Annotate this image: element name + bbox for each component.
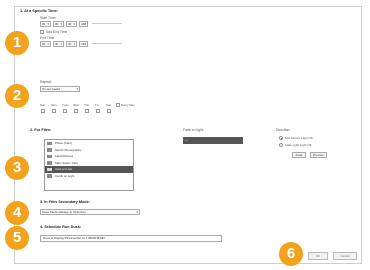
day-tue-label: Tues: [62, 103, 69, 107]
day-sat-label: Sat: [106, 103, 111, 107]
photo-icon: [47, 141, 52, 145]
direction-label: Direction:: [276, 128, 291, 132]
fade-button[interactable]: Fade: [292, 152, 306, 158]
secondary-mode-select[interactable]: Store Mode (always 1) Optimize): [40, 209, 140, 215]
list-item-label: Photo (Cam): [55, 141, 73, 145]
list-item-label: Main Sweet Jobs: [55, 160, 78, 165]
preview-button[interactable]: Preview: [310, 152, 327, 158]
section-heading-files: 2. For Files:: [30, 128, 52, 132]
photo-icon: [47, 148, 52, 152]
start-minute-select[interactable]: 00: [53, 21, 64, 27]
day-fri-checkbox[interactable]: [96, 109, 100, 113]
add-end-time-checkbox[interactable]: [40, 30, 44, 34]
list-item-label: Sports Photography: [55, 147, 82, 152]
direction-option-2-label: Fade Light Light Off: [285, 143, 312, 147]
repeat-label: Repeat:: [40, 80, 52, 84]
section-heading-schedule: 4. Schedule Run Dusk:: [40, 225, 82, 229]
day-mon-checkbox[interactable]: [52, 109, 56, 113]
every-day-label: Every Day: [121, 103, 135, 107]
end-ampm-select[interactable]: AM: [79, 41, 88, 47]
day-sun-checkbox[interactable]: [41, 109, 45, 113]
direction-option-1-label: Left Screen Light Off: [285, 136, 313, 140]
start-ampm-select[interactable]: AM: [79, 21, 88, 27]
start-time-divider: [92, 23, 122, 24]
day-thu-label: Thu: [84, 103, 90, 107]
end-time-label: End Time:: [40, 36, 56, 40]
photo-icon: [47, 167, 52, 171]
list-item-label: Field Pictures: [55, 154, 74, 158]
end-minute-select[interactable]: 00: [53, 41, 64, 47]
add-end-time-label: Add End Time: [46, 30, 68, 34]
files-listbox[interactable]: Photo (Cam) Sports Photography Field Pic…: [44, 139, 134, 191]
day-sun-label: Sun: [40, 103, 46, 107]
callout-marker-1: 1: [5, 31, 29, 55]
day-fri-label: Fri: [95, 103, 99, 107]
day-thu-checkbox[interactable]: [85, 109, 89, 113]
day-wed-checkbox[interactable]: [74, 109, 78, 113]
repeat-select[interactable]: On set weeks: [40, 86, 80, 92]
callout-marker-4: 4: [5, 201, 29, 225]
schedule-path-field[interactable]: Drive of Display/Pictures/Jan at 7:06M/P…: [40, 235, 222, 242]
start-time-label: Start Time:: [40, 16, 57, 20]
day-tue-checkbox[interactable]: [63, 109, 67, 113]
callout-marker-5: 5: [5, 226, 29, 250]
list-item[interactable]: Cards on Light: [45, 173, 133, 180]
photo-icon: [47, 161, 52, 165]
photo-icon: [47, 174, 52, 178]
fade-to-light-label: Fade to Light:: [183, 128, 204, 132]
folder-icon: [47, 154, 52, 158]
section-heading-specific-time: 1. At a Specific Time:: [20, 9, 58, 13]
every-day-checkbox[interactable]: [116, 103, 120, 107]
day-sat-checkbox[interactable]: [107, 109, 111, 113]
day-mon-label: Mon: [51, 103, 57, 107]
start-second-select[interactable]: 00: [66, 21, 77, 27]
end-time-divider: [92, 43, 122, 44]
callout-marker-6: 6: [279, 242, 303, 266]
direction-radio-1[interactable]: [279, 136, 283, 140]
day-wed-label: Wed: [73, 103, 80, 107]
fade-value-field[interactable]: ---: [183, 137, 243, 144]
ok-button[interactable]: OK: [308, 252, 328, 260]
callout-marker-2: 2: [5, 84, 29, 108]
cancel-button[interactable]: Cancel: [333, 252, 357, 260]
end-hour-select[interactable]: 00: [40, 41, 51, 47]
start-hour-select[interactable]: 00: [40, 21, 51, 27]
list-item-label: Cards on Light: [55, 173, 75, 178]
direction-radio-2[interactable]: [279, 143, 283, 147]
list-item-label: Cars on Lots: [55, 167, 73, 171]
end-second-select[interactable]: 00: [66, 41, 77, 47]
callout-marker-3: 3: [5, 156, 29, 180]
section-heading-secondary-mode: 3. In Files Secondary Mode:: [40, 200, 91, 204]
